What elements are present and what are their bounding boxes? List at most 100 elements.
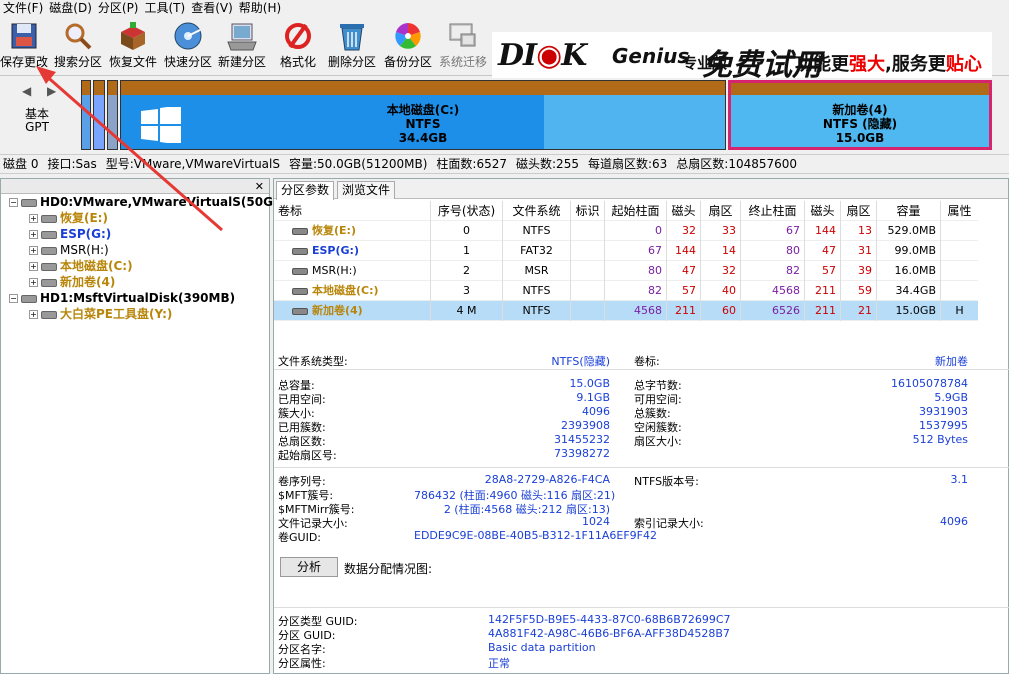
tab-partition-params[interactable]: 分区参数: [276, 181, 335, 200]
menu-help[interactable]: 帮助(H): [236, 0, 284, 16]
table-row[interactable]: MSR(H:) 2 MSR 80 47 32 82 57 39 16.0MB: [274, 261, 978, 281]
cell-value: 15.0GB: [895, 304, 936, 317]
menu-disk[interactable]: 磁盘(D): [46, 0, 95, 16]
partition-icon: [292, 247, 308, 255]
expand-toggle-icon[interactable]: +: [29, 310, 38, 319]
table-cell: 21: [840, 301, 876, 321]
system-migrate-icon: [449, 23, 476, 47]
table-cell: 59: [840, 281, 876, 301]
table-cell: [570, 281, 604, 301]
search-partition-button[interactable]: 搜索分区: [54, 16, 102, 72]
new-partition-icon: [227, 23, 257, 51]
table-row[interactable]: 恢复(E:) 0 NTFS 0 32 33 67 144 13 529.0MB: [274, 221, 978, 241]
table-cell: 16.0MB: [876, 261, 940, 281]
menu-view[interactable]: 查看(V): [188, 0, 236, 16]
table-cell: 14: [700, 241, 740, 261]
info-value: 4096: [582, 405, 610, 418]
column-header[interactable]: 磁头: [804, 201, 840, 221]
tree-item-label: 恢复(E:): [60, 211, 108, 225]
table-cell: 15.0GB: [876, 301, 940, 321]
tree-item[interactable]: − HD0:VMware,VMwareVirtualS(50GB): [1, 194, 288, 210]
info-value: EDDE9C9E-08BE-40B5-B312-1F11A6EF9F42: [414, 529, 657, 542]
analyze-button[interactable]: 分析: [280, 557, 338, 577]
column-header[interactable]: 标识: [570, 201, 604, 221]
column-header[interactable]: 序号(状态): [430, 201, 502, 221]
partition-block-esp[interactable]: [93, 80, 105, 150]
system-migrate-button[interactable]: 系统迁移: [437, 16, 489, 72]
tree-item[interactable]: + 恢复(E:): [1, 210, 269, 226]
expand-toggle-icon[interactable]: +: [29, 214, 38, 223]
tab-bar: 分区参数 浏览文件: [274, 179, 1008, 200]
new-partition-button[interactable]: 新建分区: [216, 16, 268, 72]
cell-value: 0: [655, 224, 662, 237]
save-changes-button[interactable]: 保存更改: [0, 16, 48, 72]
column-header[interactable]: 扇区: [700, 201, 740, 221]
partition-block-new-volume[interactable]: 新加卷(4) NTFS (隐藏) 15.0GB: [728, 80, 992, 150]
expand-toggle-icon[interactable]: −: [9, 294, 18, 303]
quick-partition-button[interactable]: 快速分区: [163, 16, 213, 72]
tree-item[interactable]: + 新加卷(4): [1, 274, 269, 290]
column-header[interactable]: 扇区: [840, 201, 876, 221]
cell-value: 21: [858, 304, 872, 317]
table-cell: [940, 261, 978, 281]
backup-partition-button[interactable]: 备份分区: [382, 16, 434, 72]
cell-value: 6526: [772, 304, 800, 317]
info-value: 9.1GB: [576, 391, 610, 404]
table-cell: [940, 281, 978, 301]
tree-item[interactable]: + ESP(G:): [1, 226, 269, 242]
cell-value: 144: [815, 224, 836, 237]
backup-disc-icon: [395, 23, 421, 49]
format-button[interactable]: 格式化: [276, 16, 320, 72]
partition-name: 本地磁盘(C:): [312, 284, 379, 297]
banner-slogan: 功能更强大,服务更贴心: [795, 54, 982, 75]
table-cell: 32: [700, 261, 740, 281]
column-header[interactable]: 卷标: [278, 201, 430, 221]
column-header[interactable]: 磁头: [666, 201, 700, 221]
column-header[interactable]: 属性: [940, 201, 978, 221]
cell-value: FAT32: [520, 244, 553, 257]
tree-item[interactable]: + MSR(H:): [1, 242, 269, 258]
disk-type-label: 基本 GPT: [24, 107, 49, 134]
partition-block-msr[interactable]: [107, 80, 118, 150]
column-header[interactable]: 起始柱面: [604, 201, 666, 221]
table-row[interactable]: 新加卷(4) 4 M NTFS 4568 211 60 6526 211 21 15.0GB H: [274, 301, 978, 321]
table-cell: 529.0MB: [876, 221, 940, 241]
tree-item[interactable]: + 大白菜PE工具盘(Y:): [1, 306, 269, 322]
diskgenius-logo: DI◉K: [498, 38, 587, 73]
table-cell: [570, 241, 604, 261]
table-row[interactable]: 本地磁盘(C:) 3 NTFS 82 57 40 4568 211 59 34.4GB: [274, 281, 978, 301]
expand-toggle-icon[interactable]: +: [29, 262, 38, 271]
menu-file[interactable]: 文件(F): [0, 0, 46, 16]
partition-block-c[interactable]: 本地磁盘(C:) NTFS 34.4GB: [120, 80, 726, 150]
cell-value: 13: [858, 224, 872, 237]
menu-tools[interactable]: 工具(T): [142, 0, 189, 16]
tree-item[interactable]: + 本地磁盘(C:): [1, 258, 269, 274]
expand-toggle-icon[interactable]: −: [9, 198, 18, 207]
column-header[interactable]: 容量: [876, 201, 940, 221]
cell-value: 39: [858, 264, 872, 277]
expand-toggle-icon[interactable]: +: [29, 230, 38, 239]
close-icon[interactable]: ✕: [255, 179, 264, 194]
column-header[interactable]: 终止柱面: [740, 201, 804, 221]
tab-browse-files[interactable]: 浏览文件: [337, 181, 396, 199]
tree-item[interactable]: − HD1:MsftVirtualDisk(390MB): [1, 290, 269, 306]
delete-bin-icon: [340, 24, 364, 51]
info-label: 卷GUID:: [278, 531, 321, 544]
table-cell: 0: [604, 221, 666, 241]
expand-toggle-icon[interactable]: +: [29, 278, 38, 287]
menu-partition[interactable]: 分区(P): [95, 0, 142, 16]
cell-value: 80: [786, 244, 800, 257]
tree-item-label: ESP(G:): [60, 227, 112, 241]
table-row[interactable]: ESP(G:) 1 FAT32 67 144 14 80 47 31 99.0MB: [274, 241, 978, 261]
delete-partition-button[interactable]: 删除分区: [326, 16, 378, 72]
expand-toggle-icon[interactable]: +: [29, 246, 38, 255]
table-cell: [940, 221, 978, 241]
disk-nav-arrows[interactable]: ◀ ▶: [22, 84, 62, 98]
tree-item-label: 新加卷(4): [60, 275, 116, 289]
cell-value: 47: [822, 244, 836, 257]
cell-value: 33: [722, 224, 736, 237]
partition-block-recovery[interactable]: [81, 80, 91, 150]
recover-files-button[interactable]: 恢复文件: [108, 16, 158, 72]
table-cell: 4 M: [430, 301, 502, 321]
column-header[interactable]: 文件系统: [502, 201, 570, 221]
